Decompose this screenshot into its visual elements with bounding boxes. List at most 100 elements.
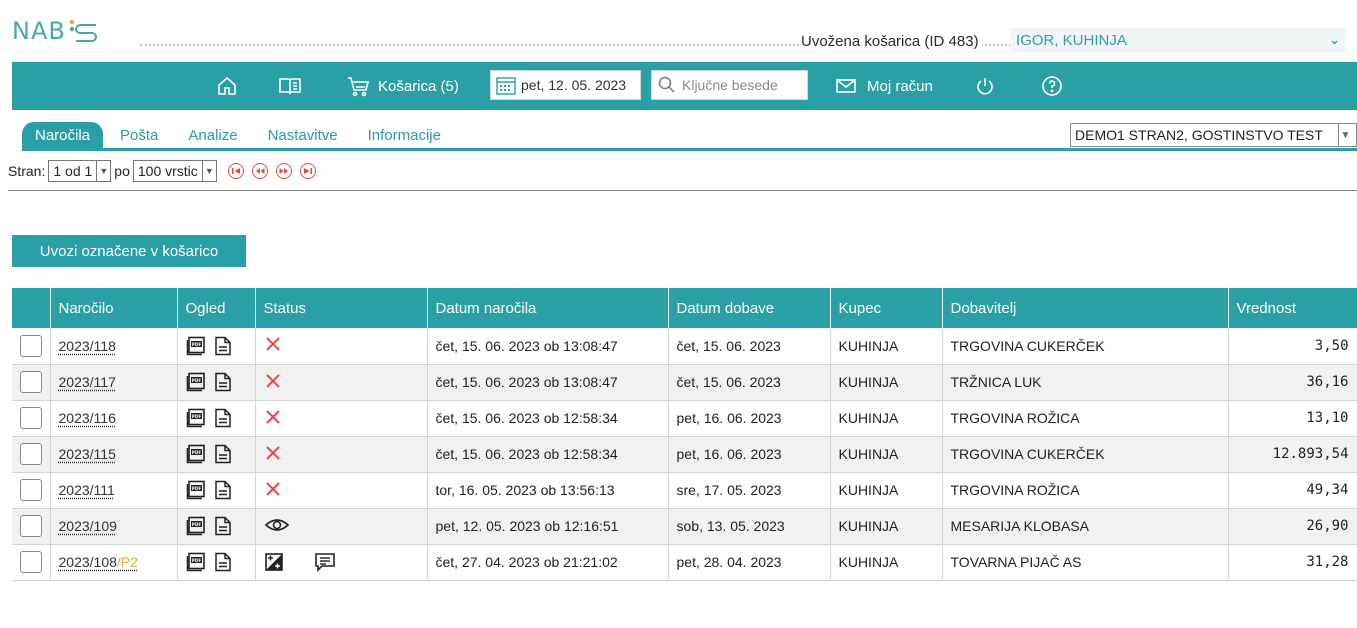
view-document-button[interactable] <box>214 552 232 572</box>
view-pdf-button[interactable]: PDF <box>186 408 206 428</box>
view-document-button[interactable] <box>214 480 232 500</box>
status-indicator[interactable] <box>264 373 282 393</box>
order-number-cell: 2023/116 <box>50 400 178 437</box>
previous-page-button[interactable] <box>251 163 268 179</box>
nabis-logo[interactable]: NAB <box>12 14 98 48</box>
status-indicator[interactable] <box>264 409 282 429</box>
order-number-link[interactable]: 2023/117 <box>59 374 116 390</box>
import-selected-to-cart-button[interactable]: Uvozi označene v košarico <box>12 235 246 267</box>
column-header-supplier[interactable]: Dobavitelj <box>942 288 1229 328</box>
view-pdf-button[interactable]: PDF <box>186 516 206 536</box>
row-checkbox[interactable] <box>20 443 42 465</box>
table-row[interactable]: 2023/109 PDF pet, 12. 05. 2023 ob 12:16:51… <box>12 508 1357 545</box>
status-indicator[interactable] <box>264 552 419 572</box>
status-cell <box>255 328 428 365</box>
eye-icon <box>264 518 289 531</box>
status-indicator[interactable] <box>264 337 282 356</box>
buyer-cell: KUHINJA <box>830 508 943 545</box>
pdf-icon: PDF <box>186 444 205 464</box>
logout-button[interactable] <box>974 62 996 110</box>
row-select-cell <box>12 400 51 437</box>
rows-per-page-select[interactable]: 100 vrstic ▼ <box>132 160 217 182</box>
document-icon <box>214 552 231 572</box>
first-page-button[interactable] <box>227 163 244 179</box>
supplier-cell: TRGOVINA CUKERČEK <box>942 436 1229 473</box>
company-select[interactable]: DEMO1 STRAN2, GOSTINSTVO TEST ▼ <box>1070 123 1357 147</box>
table-row[interactable]: 2023/116 PDF čet, 15. 06. 2023 ob 12:58:34… <box>12 400 1357 437</box>
my-account-button[interactable]: Moj račun <box>835 62 933 110</box>
status-cell <box>255 472 428 509</box>
status-cell <box>255 364 428 401</box>
help-button[interactable] <box>1041 62 1063 110</box>
chevron-down-icon: ▼ <box>1338 124 1352 146</box>
view-pdf-button[interactable]: PDF <box>186 444 206 464</box>
imported-cart-select[interactable]: IGOR, KUHINJA ⌄ <box>1010 28 1346 52</box>
status-indicator[interactable] <box>264 518 290 537</box>
document-icon <box>214 408 231 428</box>
comment-icon <box>314 553 335 572</box>
view-pdf-button[interactable]: PDF <box>186 480 206 500</box>
date-picker[interactable]: pet, 12. 05. 2023 <box>490 70 641 100</box>
cart-button[interactable]: Košarica (5) <box>346 62 459 110</box>
row-checkbox[interactable] <box>20 515 42 537</box>
view-document-button[interactable] <box>214 444 232 464</box>
catalog-button[interactable] <box>278 62 302 110</box>
column-header-order[interactable]: Naročilo <box>50 288 178 328</box>
catalog-book-icon <box>279 78 301 95</box>
view-document-button[interactable] <box>214 516 232 536</box>
svg-text:PDF: PDF <box>191 378 201 383</box>
supplier-cell: MESARIJA KLOBASA <box>942 508 1229 545</box>
row-checkbox[interactable] <box>20 407 42 429</box>
page-select[interactable]: 1 od 1 ▼ <box>48 160 112 182</box>
last-page-icon <box>303 168 312 174</box>
order-number-link[interactable]: 2023/108/P2 <box>59 554 138 570</box>
order-number-link[interactable]: 2023/115 <box>59 446 116 462</box>
row-checkbox[interactable] <box>20 551 42 573</box>
row-checkbox[interactable] <box>20 479 42 501</box>
order-number-link[interactable]: 2023/118 <box>59 338 116 354</box>
table-row[interactable]: 2023/118 PDF čet, 15. 06. 2023 ob 13:08:47… <box>12 328 1357 365</box>
view-cell: PDF <box>177 364 256 401</box>
tab-analytics[interactable]: Analize <box>175 122 250 150</box>
tab-mail[interactable]: Pošta <box>107 122 171 150</box>
view-pdf-button[interactable]: PDF <box>186 372 206 392</box>
status-indicator[interactable] <box>264 445 282 465</box>
table-row[interactable]: 2023/111 PDF tor, 16. 05. 2023 ob 13:56:13… <box>12 472 1357 509</box>
status-cell <box>255 436 428 473</box>
tab-orders[interactable]: Naročila <box>22 122 104 150</box>
order-number-cell: 2023/115 <box>50 436 178 473</box>
row-checkbox[interactable] <box>20 371 42 393</box>
tab-information[interactable]: Informacije <box>355 122 454 150</box>
table-row[interactable]: 2023/115 PDF čet, 15. 06. 2023 ob 12:58:34… <box>12 436 1357 473</box>
table-row[interactable]: 2023/117 PDF čet, 15. 06. 2023 ob 13:08:47… <box>12 364 1357 401</box>
view-document-button[interactable] <box>214 336 232 356</box>
view-pdf-button[interactable]: PDF <box>186 552 206 572</box>
column-header-value[interactable]: Vrednost <box>1228 288 1357 328</box>
row-checkbox[interactable] <box>20 334 42 357</box>
delivery-date-cell: čet, 15. 06. 2023 <box>668 328 831 365</box>
search-input[interactable] <box>680 76 800 94</box>
column-header-order-date[interactable]: Datum naročila <box>427 288 669 328</box>
column-header-delivery-date[interactable]: Datum dobave <box>668 288 831 328</box>
first-page-icon <box>231 168 240 174</box>
view-pdf-button[interactable]: PDF <box>186 336 206 356</box>
order-number-link[interactable]: 2023/109 <box>59 518 117 534</box>
order-number-link[interactable]: 2023/111 <box>59 482 115 498</box>
document-icon <box>214 516 231 536</box>
column-header-buyer[interactable]: Kupec <box>830 288 943 328</box>
table-row[interactable]: 2023/108/P2 PDF čet, 27. 04. 2023 ob 21:21… <box>12 544 1357 581</box>
order-number: 2023/117 <box>58 374 116 390</box>
view-document-button[interactable] <box>214 408 232 428</box>
tab-settings[interactable]: Nastavitve <box>255 122 351 150</box>
column-header-status[interactable]: Status <box>255 288 428 328</box>
keyword-search[interactable] <box>651 70 808 100</box>
buyer-cell: KUHINJA <box>830 472 943 509</box>
status-indicator[interactable] <box>264 481 282 501</box>
next-page-button[interactable] <box>275 163 292 179</box>
view-document-button[interactable] <box>214 372 232 392</box>
last-page-button[interactable] <box>299 163 316 179</box>
home-button[interactable] <box>216 62 238 110</box>
pdf-icon: PDF <box>186 372 205 392</box>
order-number: 2023/115 <box>58 446 116 462</box>
order-number-link[interactable]: 2023/116 <box>59 410 116 426</box>
